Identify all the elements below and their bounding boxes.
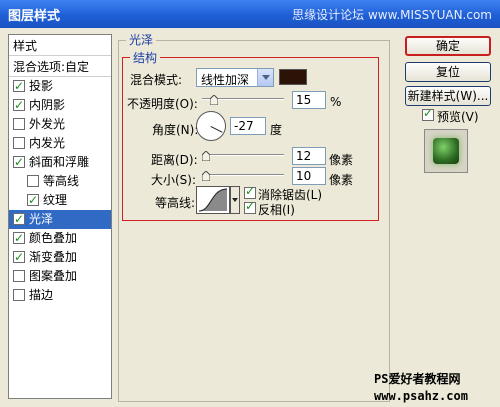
invert-checkbox[interactable]: [244, 199, 256, 214]
style-item-label: 斜面和浮雕: [29, 155, 90, 169]
style-list-item[interactable]: 内发光: [9, 134, 111, 153]
style-item-label: 等高线: [43, 174, 80, 188]
style-item-label: 投影: [29, 79, 54, 93]
style-list-item[interactable]: 内阴影: [9, 96, 111, 115]
angle-dial[interactable]: [196, 111, 226, 141]
satin-section-title: 光泽: [126, 31, 157, 48]
style-item-checkbox[interactable]: [13, 270, 25, 282]
style-list-item[interactable]: 光泽: [9, 210, 111, 229]
preview-label: 预览(V): [437, 110, 479, 124]
style-list-item[interactable]: 纹理: [9, 191, 111, 210]
title-bar: 图层样式 思缘设计论坛 www.MISSYUAN.com: [0, 0, 500, 28]
contour-curve-icon: [198, 188, 228, 212]
angle-unit: 度: [270, 123, 283, 137]
size-input[interactable]: 10: [292, 167, 326, 185]
angle-label: 角度(N):: [152, 123, 199, 137]
watermark-top: 思缘设计论坛 www.MISSYUAN.com: [292, 8, 492, 22]
style-list-item[interactable]: 等高线: [9, 172, 111, 191]
watermark-bottom-line1: PS爱好者教程网: [374, 372, 461, 386]
blend-mode-select[interactable]: 线性加深: [196, 68, 274, 87]
distance-label: 距离(D):: [151, 153, 198, 167]
contour-label: 等高线:: [155, 196, 196, 210]
ok-button[interactable]: 确定: [405, 36, 491, 56]
size-unit: 像素: [329, 173, 354, 187]
blend-mode-value: 线性加深: [201, 73, 250, 87]
satin-color-swatch[interactable]: [279, 69, 307, 85]
style-item-checkbox[interactable]: [13, 96, 25, 115]
opacity-slider-thumb[interactable]: [210, 95, 219, 105]
style-item-label: 外发光: [29, 117, 66, 131]
style-item-checkbox[interactable]: [13, 153, 25, 172]
watermark-bottom: PS爱好者教程网 www.psahz.com: [374, 371, 468, 405]
distance-input[interactable]: 12: [292, 147, 326, 165]
style-item-checkbox[interactable]: [13, 229, 25, 248]
angle-needle: [210, 126, 223, 133]
distance-slider[interactable]: [202, 154, 284, 156]
style-item-label: 纹理: [43, 193, 68, 207]
angle-input[interactable]: -27: [230, 117, 266, 135]
style-item-checkbox[interactable]: [27, 175, 39, 187]
style-item-checkbox[interactable]: [27, 191, 39, 210]
window-title: 图层样式: [8, 9, 61, 24]
opacity-input[interactable]: 15: [292, 91, 326, 109]
style-item-checkbox[interactable]: [13, 248, 25, 267]
anti-aliased-checkbox[interactable]: [244, 184, 256, 199]
style-list-item[interactable]: 斜面和浮雕: [9, 153, 111, 172]
size-slider-thumb[interactable]: [202, 171, 211, 181]
style-item-label: 图案叠加: [29, 269, 78, 283]
style-item-checkbox[interactable]: [13, 118, 25, 130]
contour-dropdown-button[interactable]: [230, 186, 240, 214]
style-list-item[interactable]: 投影: [9, 77, 111, 96]
contour-picker[interactable]: [196, 186, 230, 214]
style-list-header[interactable]: 样式: [9, 37, 111, 56]
opacity-label: 不透明度(O):: [127, 97, 198, 111]
new-style-button[interactable]: 新建样式(W)...: [405, 86, 491, 106]
chevron-down-icon[interactable]: [257, 69, 273, 86]
style-list: 样式 混合选项:自定投影内阴影外发光内发光斜面和浮雕等高线纹理光泽颜色叠加渐变叠…: [8, 34, 112, 399]
size-slider[interactable]: [202, 174, 284, 176]
style-item-checkbox[interactable]: [13, 77, 25, 96]
style-list-item[interactable]: 混合选项:自定: [9, 58, 111, 77]
style-item-label: 描边: [29, 288, 54, 302]
invert-label: 反相(I): [258, 203, 295, 217]
preview-checkbox[interactable]: [422, 106, 434, 121]
style-item-label: 内发光: [29, 136, 66, 150]
watermark-bottom-line2: www.psahz.com: [374, 389, 468, 403]
structure-title: 结构: [130, 49, 161, 66]
reset-button[interactable]: 复位: [405, 62, 491, 82]
style-item-label: 混合选项:自定: [13, 60, 90, 74]
preview-swatch-icon: [433, 138, 459, 164]
style-preview-thumbnail: [424, 129, 468, 173]
style-list-item[interactable]: 颜色叠加: [9, 229, 111, 248]
style-item-checkbox[interactable]: [13, 289, 25, 301]
style-list-item[interactable]: 描边: [9, 286, 111, 305]
style-item-checkbox[interactable]: [13, 137, 25, 149]
style-item-label: 颜色叠加: [29, 231, 78, 245]
distance-unit: 像素: [329, 153, 354, 167]
style-item-label: 内阴影: [29, 98, 66, 112]
size-label: 大小(S):: [151, 173, 197, 187]
style-list-item[interactable]: 图案叠加: [9, 267, 111, 286]
style-item-checkbox[interactable]: [13, 210, 25, 229]
style-list-item[interactable]: 渐变叠加: [9, 248, 111, 267]
distance-slider-thumb[interactable]: [202, 151, 211, 161]
style-item-label: 光泽: [29, 212, 54, 226]
style-list-item[interactable]: 外发光: [9, 115, 111, 134]
style-item-label: 渐变叠加: [29, 250, 78, 264]
opacity-unit: %: [330, 95, 342, 109]
blend-mode-label: 混合模式:: [130, 73, 183, 87]
